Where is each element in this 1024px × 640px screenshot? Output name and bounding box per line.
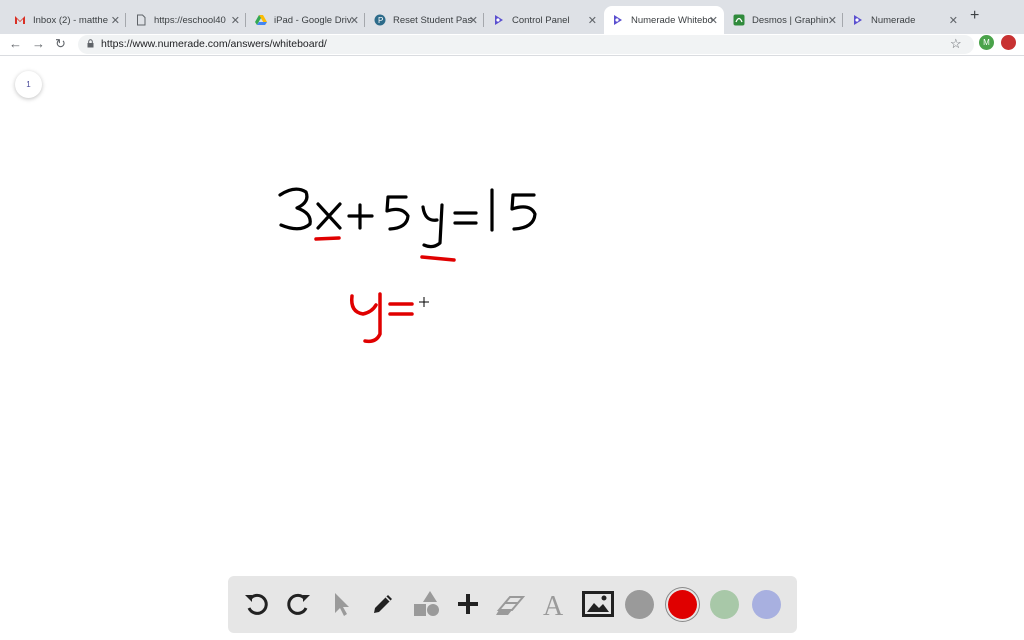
ink-digit-5 xyxy=(385,195,410,231)
shapes-button[interactable] xyxy=(408,586,444,622)
ink-underline-y xyxy=(420,255,456,262)
image-icon xyxy=(582,591,614,617)
svg-text:A: A xyxy=(543,591,564,618)
whiteboard-toolbar: A xyxy=(228,576,797,633)
pencil-button[interactable] xyxy=(365,586,401,622)
handwriting-layer xyxy=(278,187,537,344)
pencil-icon xyxy=(374,595,392,613)
undo-icon xyxy=(245,593,268,615)
ink-underline-x xyxy=(314,236,341,241)
redo-button[interactable] xyxy=(281,586,317,622)
ink-digit-5 xyxy=(510,193,537,231)
eraser-button[interactable] xyxy=(493,586,529,622)
ink-plus xyxy=(347,203,374,230)
color-swatch-red[interactable] xyxy=(668,590,697,619)
color-swatch-gray[interactable] xyxy=(625,590,654,619)
color-swatch-green[interactable] xyxy=(710,590,739,619)
ink-red-equals xyxy=(388,302,414,316)
pointer-button[interactable] xyxy=(323,586,359,622)
crosshair-cursor xyxy=(419,297,429,307)
eraser-icon xyxy=(496,596,526,615)
shapes-icon xyxy=(414,591,439,616)
color-swatch-blue[interactable] xyxy=(752,590,781,619)
text-icon: A xyxy=(543,591,564,618)
plus-icon xyxy=(458,594,478,614)
image-button[interactable] xyxy=(580,586,616,622)
pointer-icon xyxy=(335,593,349,616)
ink-letter-y xyxy=(421,203,444,249)
ink-red-letter-y xyxy=(349,292,382,344)
add-button[interactable] xyxy=(450,586,486,622)
ink-letter-x xyxy=(316,202,342,230)
undo-button[interactable] xyxy=(238,586,274,622)
ink-digit-3 xyxy=(278,187,312,231)
ink-equals xyxy=(453,211,478,225)
text-button[interactable]: A xyxy=(536,586,572,622)
redo-icon xyxy=(287,593,310,615)
